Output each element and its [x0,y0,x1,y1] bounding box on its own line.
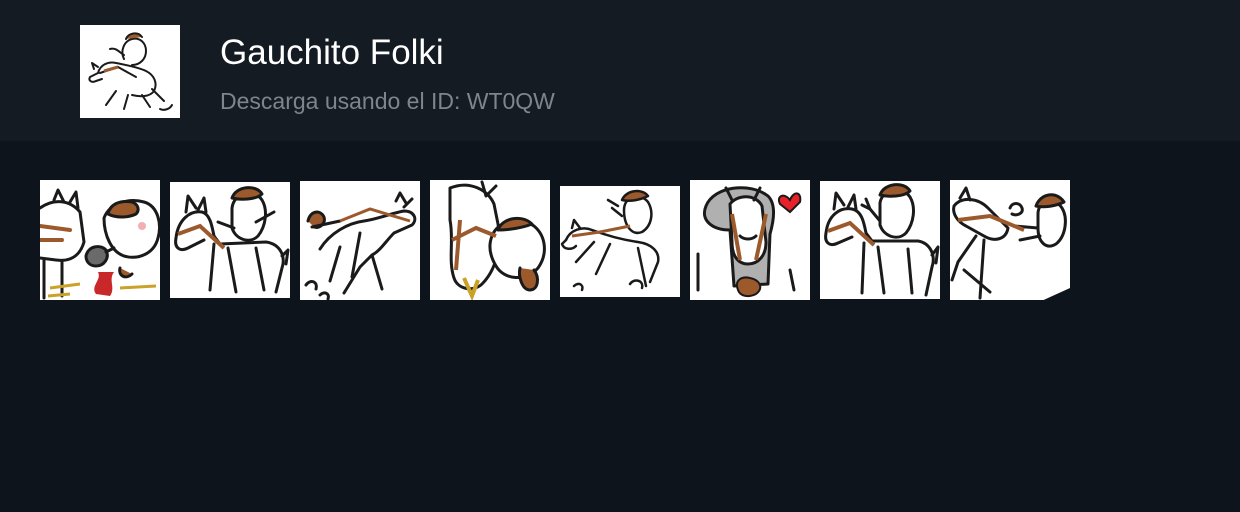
horses-drinking-mate-sticker [448,180,546,300]
gaucho-riding-horse-sticker [174,186,290,294]
pack-header: Gauchito Folki Descarga usando el ID: WT… [0,0,1240,141]
sticker-4[interactable] [430,180,550,300]
sticker-5[interactable] [560,186,680,297]
sticker-3[interactable] [300,181,420,300]
sticker-2[interactable] [170,182,290,298]
sticker-1[interactable] [40,180,160,300]
gaucho-pulling-horse-sticker [950,186,1067,300]
pack-icon[interactable] [80,25,180,118]
sticker-6[interactable] [690,180,810,300]
horse-with-heart-sticker [696,186,802,298]
sticker-grid [40,180,1200,302]
gaucho-waving-on-horse-sticker [824,183,940,297]
gaucho-galloping-sticker [560,189,660,292]
sticker-7[interactable] [820,181,940,299]
rearing-horse-sticker [304,191,417,300]
pack-download-id: Descarga usando el ID: WT0QW [220,88,555,114]
gaucho-mate-kettle-horse-sticker [40,188,160,300]
gaucho-riding-horse-icon [88,32,173,111]
sticker-8[interactable] [950,180,1070,300]
pack-title: Gauchito Folki [220,33,444,72]
